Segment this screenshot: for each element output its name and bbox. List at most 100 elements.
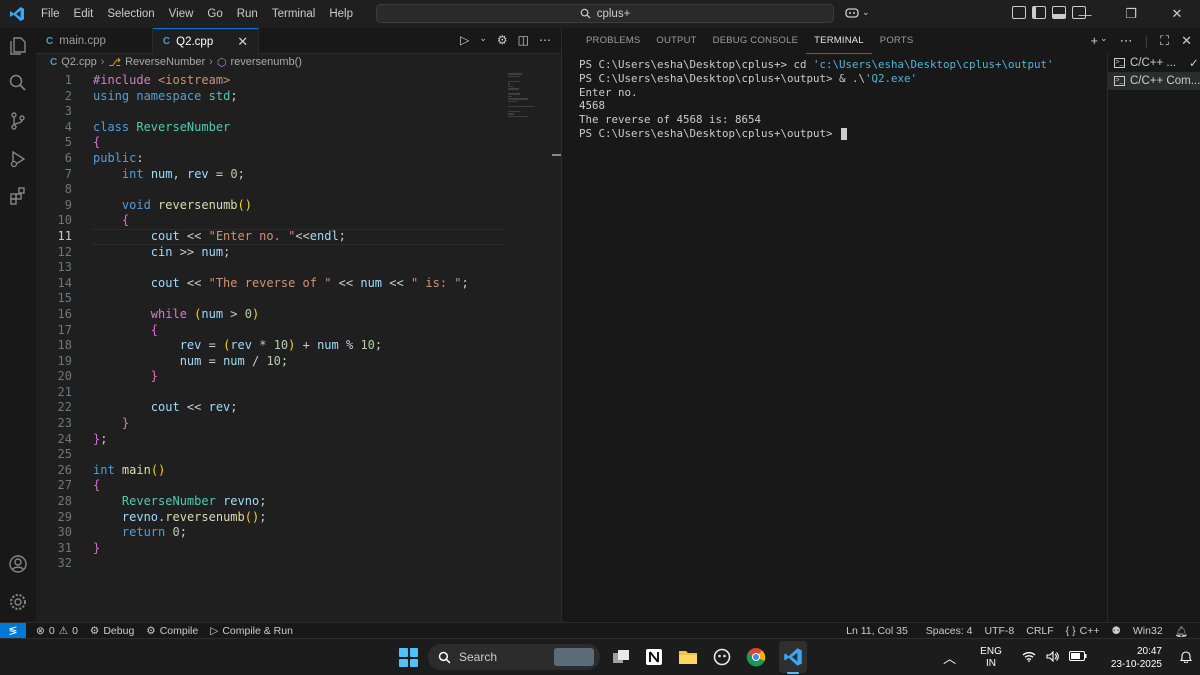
scrollbar-position-marker[interactable] xyxy=(552,154,561,156)
code-line[interactable]: 10 { xyxy=(36,213,506,229)
code-line[interactable]: 24}; xyxy=(36,432,506,448)
more-actions-icon[interactable]: ⋯ xyxy=(539,33,551,47)
debug-button[interactable]: ⚙ Debug xyxy=(84,625,140,637)
maximize-panel-icon[interactable]: ⛶ xyxy=(1160,33,1169,49)
code-line[interactable]: 18 rev = (rev * 10) + num % 10; xyxy=(36,338,506,354)
run-debug-icon[interactable] xyxy=(6,147,30,171)
code-line[interactable]: 1 #include <iostream> xyxy=(36,73,506,89)
code-line[interactable]: 30 return 0; xyxy=(36,525,506,541)
minimize-icon[interactable]: — xyxy=(1062,0,1108,28)
input-language[interactable]: ENG IN xyxy=(980,646,1002,670)
code-line[interactable]: 5{ xyxy=(36,135,506,151)
new-terminal-icon[interactable]: + xyxy=(1090,33,1098,49)
extensions-icon[interactable] xyxy=(6,184,30,208)
code-line[interactable]: 25 xyxy=(36,447,506,463)
menu-run[interactable]: Run xyxy=(230,0,265,28)
code-line[interactable]: 15 xyxy=(36,291,506,307)
account-icon[interactable] xyxy=(6,552,30,576)
code-line[interactable]: 12 cin >> num; xyxy=(36,245,506,261)
tab-main-cpp[interactable]: C main.cpp xyxy=(36,28,153,54)
windows-start-icon[interactable] xyxy=(399,648,418,667)
tab-q2-cpp[interactable]: C Q2.cpp ✕ xyxy=(152,28,260,54)
code-line[interactable]: 11 cout << "Enter no. "<<endl; xyxy=(36,228,506,245)
chevron-down-icon[interactable]: ⌄ xyxy=(479,33,487,47)
breadcrumb-file[interactable]: Q2.cpp xyxy=(61,56,96,68)
code-line[interactable]: 7 int num, rev = 0; xyxy=(36,167,506,183)
copilot-button[interactable]: ⌄ xyxy=(844,6,870,19)
explorer-icon[interactable] xyxy=(6,34,30,58)
code-line[interactable]: 20 } xyxy=(36,369,506,385)
copilot-status-icon[interactable]: ⚉ xyxy=(1105,625,1126,637)
close-tab-icon[interactable]: ✕ xyxy=(237,34,248,50)
breadcrumb-method[interactable]: reversenumb() xyxy=(230,56,302,68)
code-line[interactable]: 31} xyxy=(36,541,506,557)
notion-icon[interactable] xyxy=(643,646,665,668)
taskbar-search[interactable]: Search xyxy=(428,644,600,670)
code-line[interactable]: 16 while (num > 0) xyxy=(36,307,506,323)
code-line[interactable]: 28 ReverseNumber revno; xyxy=(36,494,506,510)
code-line[interactable]: 14 cout << "The reverse of " << num << "… xyxy=(36,276,506,292)
code-line[interactable]: 4 class ReverseNumber xyxy=(36,120,506,136)
indentation[interactable]: Spaces: 4 xyxy=(920,625,979,637)
vscode-taskbar-icon[interactable] xyxy=(782,646,804,668)
encoding[interactable]: UTF-8 xyxy=(979,625,1021,637)
problems-status[interactable]: ⊗ 0 ⚠ 0 xyxy=(30,625,84,637)
code-area[interactable]: 1 #include <iostream> 2 using namespace std… xyxy=(36,73,506,572)
menu-edit[interactable]: Edit xyxy=(67,0,101,28)
tab-ports[interactable]: PORTS xyxy=(872,28,922,54)
code-line[interactable]: 3 xyxy=(36,104,506,120)
minimap[interactable] xyxy=(508,73,548,117)
compile-run-button[interactable]: ▷ Compile & Run xyxy=(204,625,299,637)
volume-icon[interactable] xyxy=(1046,650,1059,665)
menu-terminal[interactable]: Terminal xyxy=(265,0,322,28)
close-panel-icon[interactable]: ✕ xyxy=(1181,33,1192,49)
chevron-up-icon[interactable]: ︿ xyxy=(943,648,956,667)
terminal-list-item[interactable]: >_ C/C++ ... ✓ xyxy=(1108,54,1200,72)
code-line[interactable]: 2 using namespace std; xyxy=(36,89,506,105)
customize-layout-icon[interactable] xyxy=(1012,6,1026,19)
code-line[interactable]: 27 { xyxy=(36,478,506,494)
terminal-output[interactable]: PS C:\Users\esha\Desktop\cplus+> cd 'c:\… xyxy=(579,58,1054,141)
wifi-icon[interactable] xyxy=(1022,651,1036,665)
github-copilot-icon[interactable] xyxy=(711,646,733,668)
run-file-icon[interactable]: ▷ xyxy=(460,33,469,47)
settings-gear-icon[interactable]: ⚙ xyxy=(497,33,508,47)
code-line[interactable]: 17 { xyxy=(36,323,506,339)
notifications-bell-icon[interactable] xyxy=(1179,650,1193,666)
menu-selection[interactable]: Selection xyxy=(100,0,161,28)
language-mode[interactable]: { } C++ xyxy=(1060,625,1106,637)
code-line[interactable]: 29 revno.reversenumb(); xyxy=(36,510,506,526)
restore-icon[interactable]: ❐ xyxy=(1108,0,1154,28)
settings-gear-icon[interactable] xyxy=(6,590,30,614)
tab-problems[interactable]: PROBLEMS xyxy=(578,28,648,54)
remote-indicator-icon[interactable]: ≶ xyxy=(0,622,26,639)
battery-icon[interactable] xyxy=(1068,651,1087,664)
compile-button[interactable]: ⚙ Compile xyxy=(140,625,204,637)
breadcrumb-class[interactable]: ReverseNumber xyxy=(125,56,205,68)
split-editor-icon[interactable]: ◫ xyxy=(518,33,529,47)
code-line[interactable]: 32 xyxy=(36,556,506,572)
code-line[interactable]: 8 xyxy=(36,182,506,198)
tab-output[interactable]: OUTPUT xyxy=(648,28,704,54)
terminal-list-item[interactable]: >_ C/C++ Com... xyxy=(1108,72,1200,90)
command-center-search[interactable]: cplus+ xyxy=(376,4,834,23)
line-ending[interactable]: CRLF xyxy=(1020,625,1059,637)
code-line[interactable]: 21 xyxy=(36,385,506,401)
clock[interactable]: 20:47 23-10-2025 xyxy=(1111,645,1162,671)
code-line[interactable]: 22 cout << rev; xyxy=(36,400,506,416)
cursor-position[interactable]: Ln 11, Col 35 xyxy=(840,625,914,637)
code-line[interactable]: 26 int main() xyxy=(36,463,506,479)
menu-view[interactable]: View xyxy=(162,0,201,28)
code-line[interactable]: 19 num = num / 10; xyxy=(36,354,506,370)
chrome-icon[interactable] xyxy=(745,646,767,668)
tab-debug-console[interactable]: DEBUG CONSOLE xyxy=(705,28,806,54)
more-actions-icon[interactable]: ⋯ xyxy=(1120,33,1133,49)
code-line[interactable]: 9 void reversenumb() xyxy=(36,198,506,214)
platform[interactable]: Win32 xyxy=(1127,625,1169,637)
menu-help[interactable]: Help xyxy=(322,0,360,28)
chevron-down-icon[interactable]: ⌄ xyxy=(1100,33,1108,49)
code-line[interactable]: 13 xyxy=(36,260,506,276)
task-view-icon[interactable] xyxy=(610,646,632,668)
file-explorer-icon[interactable] xyxy=(677,646,699,668)
search-icon[interactable] xyxy=(6,71,30,95)
